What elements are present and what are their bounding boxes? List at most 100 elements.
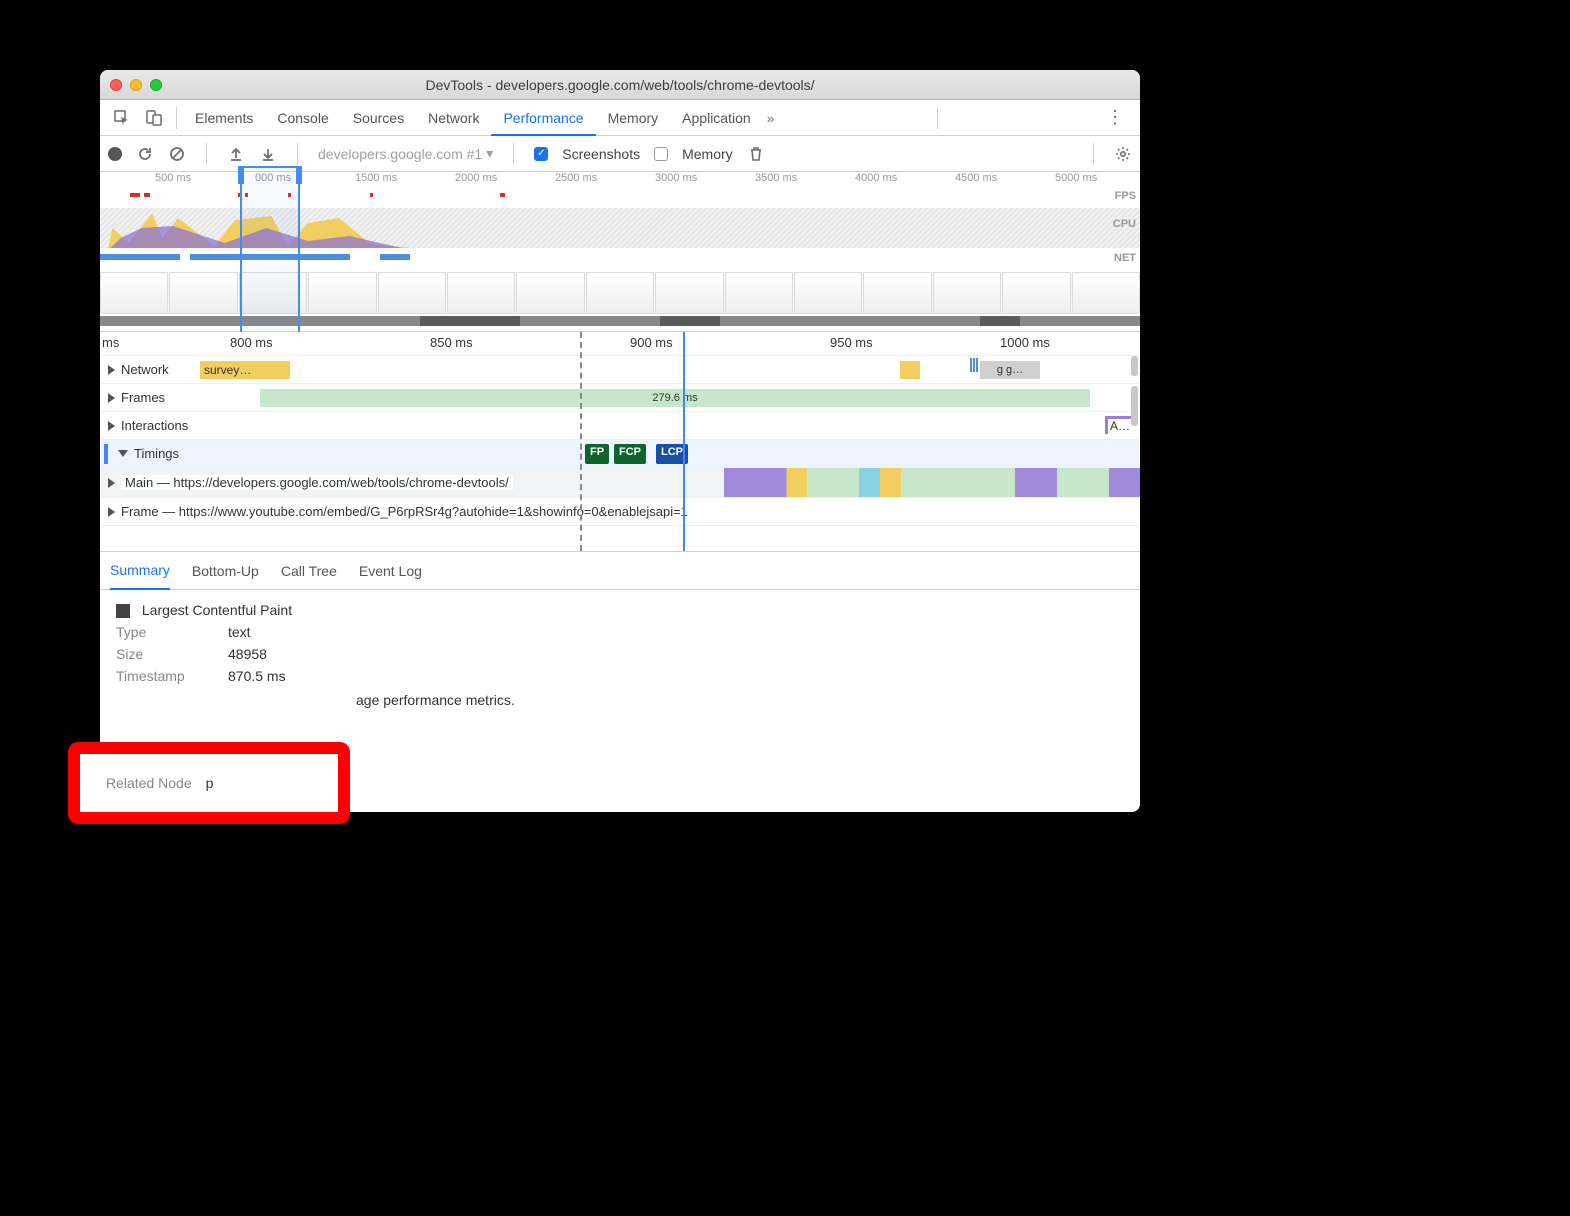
selection-handle-left[interactable]: [238, 166, 244, 184]
lane-label-fps: FPS: [1115, 190, 1136, 202]
color-swatch: [116, 604, 130, 618]
tab-elements[interactable]: Elements: [183, 100, 265, 136]
track-label: Interactions: [121, 418, 188, 433]
tab-event-log[interactable]: Event Log: [359, 563, 422, 579]
recording-name: developers.google.com #1: [318, 146, 482, 162]
track-label: Main — https://developers.google.com/web…: [121, 475, 513, 490]
track-label: Frame — https://www.youtube.com/embed/G_…: [121, 504, 688, 519]
ruler-tick: 800 ms: [230, 335, 273, 350]
chevron-right-icon[interactable]: [108, 421, 115, 431]
track-label: Timings: [134, 446, 179, 461]
track-frames[interactable]: Frames 279.6 ms: [100, 384, 1140, 412]
lane-label-net: NET: [1114, 252, 1136, 264]
ruler-tick: 2500 ms: [555, 172, 597, 184]
tab-console[interactable]: Console: [265, 100, 340, 136]
divider: [176, 107, 177, 129]
chevron-down-icon: ▾: [486, 145, 493, 162]
memory-checkbox[interactable]: [654, 147, 668, 161]
ruler-tick: 500 ms: [155, 172, 191, 184]
track-network[interactable]: Network survey… g g…: [100, 356, 1140, 384]
summary-row-type: Type text: [116, 624, 1124, 640]
divider: [297, 143, 298, 165]
chevron-right-icon[interactable]: [108, 393, 115, 403]
tab-network[interactable]: Network: [416, 100, 491, 136]
download-icon[interactable]: [259, 145, 277, 163]
detail-tabs: Summary Bottom-Up Call Tree Event Log: [100, 552, 1140, 590]
summary-row-size: Size 48958: [116, 646, 1124, 662]
track-timings[interactable]: Timings FP FCP LCP: [100, 440, 1140, 468]
frame-bar[interactable]: 279.6 ms: [260, 389, 1090, 407]
tab-bottom-up[interactable]: Bottom-Up: [192, 563, 259, 579]
track-frame[interactable]: Frame — https://www.youtube.com/embed/G_…: [100, 498, 1140, 526]
tab-performance[interactable]: Performance: [491, 100, 595, 136]
devtools-tabs: Elements Console Sources Network Perform…: [100, 100, 1140, 136]
timing-brace-icon: [104, 444, 108, 464]
screenshots-checkbox[interactable]: ✓: [534, 147, 548, 161]
device-toggle-icon[interactable]: [142, 106, 166, 130]
ruler-tick: 900 ms: [630, 335, 673, 350]
summary-title-row: Largest Contentful Paint: [116, 602, 1124, 618]
trash-icon[interactable]: [747, 145, 765, 163]
summary-value: p: [206, 775, 214, 791]
cursor-line-dashed: [580, 332, 582, 551]
tab-call-tree[interactable]: Call Tree: [281, 563, 337, 579]
tab-sources[interactable]: Sources: [341, 100, 416, 136]
ruler-tick: 3500 ms: [755, 172, 797, 184]
divider: [937, 107, 938, 129]
scrollbar[interactable]: [1131, 386, 1138, 426]
reload-icon[interactable]: [136, 145, 154, 163]
annotation-highlight: Related Node p: [68, 742, 350, 824]
summary-title: Largest Contentful Paint: [142, 602, 292, 618]
frame-value: 279.6 ms: [652, 392, 697, 404]
tab-memory[interactable]: Memory: [596, 100, 671, 136]
tab-application[interactable]: Application: [670, 100, 763, 136]
upload-icon[interactable]: [227, 145, 245, 163]
summary-value: 48958: [228, 646, 267, 662]
scrollbar[interactable]: [1131, 356, 1138, 376]
track-main[interactable]: Main — https://developers.google.com/web…: [100, 468, 1140, 498]
chevron-down-icon[interactable]: [118, 450, 128, 457]
record-icon[interactable]: [108, 147, 122, 161]
interaction-tail[interactable]: A…: [1105, 416, 1132, 434]
detail-pane[interactable]: ms 800 ms 850 ms 900 ms 950 ms 1000 ms N…: [100, 332, 1140, 552]
more-tabs-icon[interactable]: »: [767, 110, 775, 126]
network-pill[interactable]: survey…: [200, 361, 290, 379]
recording-selector[interactable]: developers.google.com #1 ▾: [318, 145, 493, 162]
divider: [206, 143, 207, 165]
overview-selection[interactable]: [240, 166, 300, 336]
marker-fp[interactable]: FP: [585, 444, 609, 464]
chevron-right-icon[interactable]: [108, 507, 115, 517]
summary-key: Timestamp: [116, 668, 216, 684]
divider: [513, 143, 514, 165]
gear-icon[interactable]: [1114, 145, 1132, 163]
memory-label: Memory: [682, 146, 733, 162]
clear-icon[interactable]: [168, 145, 186, 163]
track-label: Network: [121, 362, 169, 377]
track-interactions[interactable]: Interactions A…: [100, 412, 1140, 440]
chevron-right-icon[interactable]: [108, 365, 115, 375]
screenshots-label: Screenshots: [562, 146, 640, 162]
ruler-tick: ms: [102, 335, 119, 350]
network-pill[interactable]: g g…: [980, 361, 1040, 379]
ruler-tick: 950 ms: [830, 335, 873, 350]
summary-key: Related Node: [106, 775, 192, 791]
overview-pane[interactable]: 500 ms 000 ms 1500 ms 2000 ms 2500 ms 30…: [100, 172, 1140, 332]
summary-row-related-node[interactable]: Related Node p: [106, 775, 213, 791]
selection-handle-right[interactable]: [296, 166, 302, 184]
chevron-right-icon[interactable]: [108, 478, 115, 488]
inspect-icon[interactable]: [110, 106, 134, 130]
tab-summary[interactable]: Summary: [110, 552, 170, 590]
marker-fcp[interactable]: FCP: [614, 444, 646, 464]
ruler-tick: 5000 ms: [1055, 172, 1097, 184]
window-titlebar: DevTools - developers.google.com/web/too…: [100, 70, 1140, 100]
summary-row-timestamp: Timestamp 870.5 ms: [116, 668, 1124, 684]
cursor-line[interactable]: [683, 332, 685, 551]
window-title: DevTools - developers.google.com/web/too…: [100, 77, 1140, 93]
ruler-tick: 3000 ms: [655, 172, 697, 184]
ruler-tick: 850 ms: [430, 335, 473, 350]
summary-description: age performance metrics.: [356, 692, 1124, 708]
devtools-window: DevTools - developers.google.com/web/too…: [100, 70, 1140, 812]
network-pill[interactable]: [900, 361, 920, 379]
ruler-tick: 4500 ms: [955, 172, 997, 184]
kebab-icon[interactable]: ⋮: [1106, 107, 1124, 128]
